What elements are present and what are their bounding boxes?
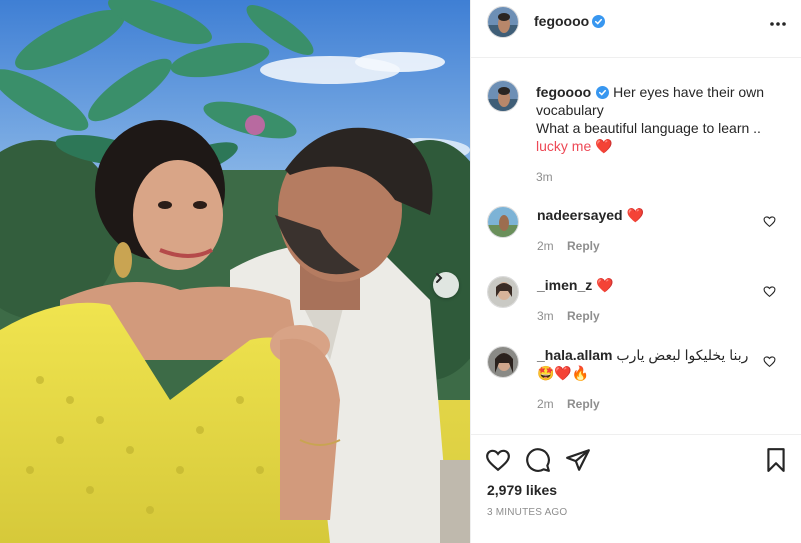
caption-line-4: lucky me ❤️	[536, 138, 613, 154]
comment-meta: 3m Reply	[537, 309, 600, 323]
commenter-avatar[interactable]	[487, 206, 519, 238]
reply-button[interactable]: Reply	[567, 239, 600, 253]
avatar-image	[488, 207, 518, 237]
comment-time[interactable]: 3m	[537, 309, 554, 323]
likes-count[interactable]: 2,979 likes	[487, 482, 557, 498]
commenter-avatar[interactable]	[487, 276, 519, 308]
post-timestamp[interactable]: 3 MINUTES AGO	[487, 507, 567, 518]
comment-time[interactable]: 2m	[537, 397, 554, 411]
author-avatar[interactable]	[487, 6, 519, 38]
caption-line-2: vocabulary	[536, 102, 604, 118]
comment-meta: 2m Reply	[537, 239, 600, 253]
avatar-image	[488, 81, 518, 111]
post-side-panel: fegoooo fegoooo Her eyes have their own …	[470, 0, 801, 543]
more-options-icon[interactable]	[768, 14, 788, 34]
comment-text: nadeersayed ❤️	[537, 206, 767, 224]
comment-time[interactable]: 2m	[537, 239, 554, 253]
comment-body: ربنا يخليكوا لبعض يارب	[616, 347, 749, 363]
comment-emojis: 🤩❤️🔥	[537, 365, 590, 381]
chevron-right-icon	[436, 273, 443, 283]
instagram-post: fegoooo fegoooo Her eyes have their own …	[0, 0, 801, 543]
commenter-username[interactable]: _hala.allam	[537, 347, 613, 363]
author-username[interactable]: fegoooo	[534, 13, 606, 29]
author-username-text[interactable]: fegoooo	[534, 13, 589, 29]
caption-avatar[interactable]	[487, 80, 519, 112]
avatar-image	[488, 277, 518, 307]
reply-button[interactable]: Reply	[567, 397, 600, 411]
verified-badge-icon	[592, 15, 606, 28]
comment-icon[interactable]	[525, 447, 551, 473]
reply-button[interactable]: Reply	[567, 309, 600, 323]
heart-icon[interactable]	[763, 285, 776, 298]
caption-text: fegoooo Her eyes have their own vocabula…	[536, 83, 786, 155]
caption-timestamp[interactable]: 3m	[536, 170, 553, 184]
heart-icon[interactable]	[485, 447, 511, 473]
verified-badge-icon	[596, 86, 610, 99]
post-photo[interactable]	[0, 0, 470, 543]
paper-plane-icon[interactable]	[565, 447, 591, 473]
comment-text: _imen_z ❤️	[537, 276, 767, 294]
comment-text: _hala.allam ربنا يخليكوا لبعض يارب 🤩❤️🔥	[537, 346, 767, 382]
commenter-username[interactable]: nadeersayed	[537, 207, 623, 223]
comment-body: ❤️	[596, 277, 614, 293]
next-photo-button[interactable]	[433, 272, 459, 298]
bookmark-icon[interactable]	[763, 447, 789, 473]
comment-meta: 2m Reply	[537, 397, 600, 411]
photo-illustration	[0, 0, 470, 543]
post-actions: 2,979 likes 3 MINUTES AGO	[471, 434, 801, 543]
comment-body: ❤️	[626, 207, 644, 223]
avatar-image	[488, 347, 518, 377]
caption-username[interactable]: fegoooo	[536, 84, 591, 100]
heart-icon[interactable]	[763, 355, 776, 368]
heart-icon[interactable]	[763, 215, 776, 228]
post-header: fegoooo	[471, 0, 801, 58]
caption-line-1: Her eyes have their own	[613, 84, 765, 100]
commenter-username[interactable]: _imen_z	[537, 277, 592, 293]
avatar-image	[488, 7, 518, 37]
commenter-avatar[interactable]	[487, 346, 519, 378]
caption-line-3: What a beautiful language to learn ..	[536, 120, 761, 136]
